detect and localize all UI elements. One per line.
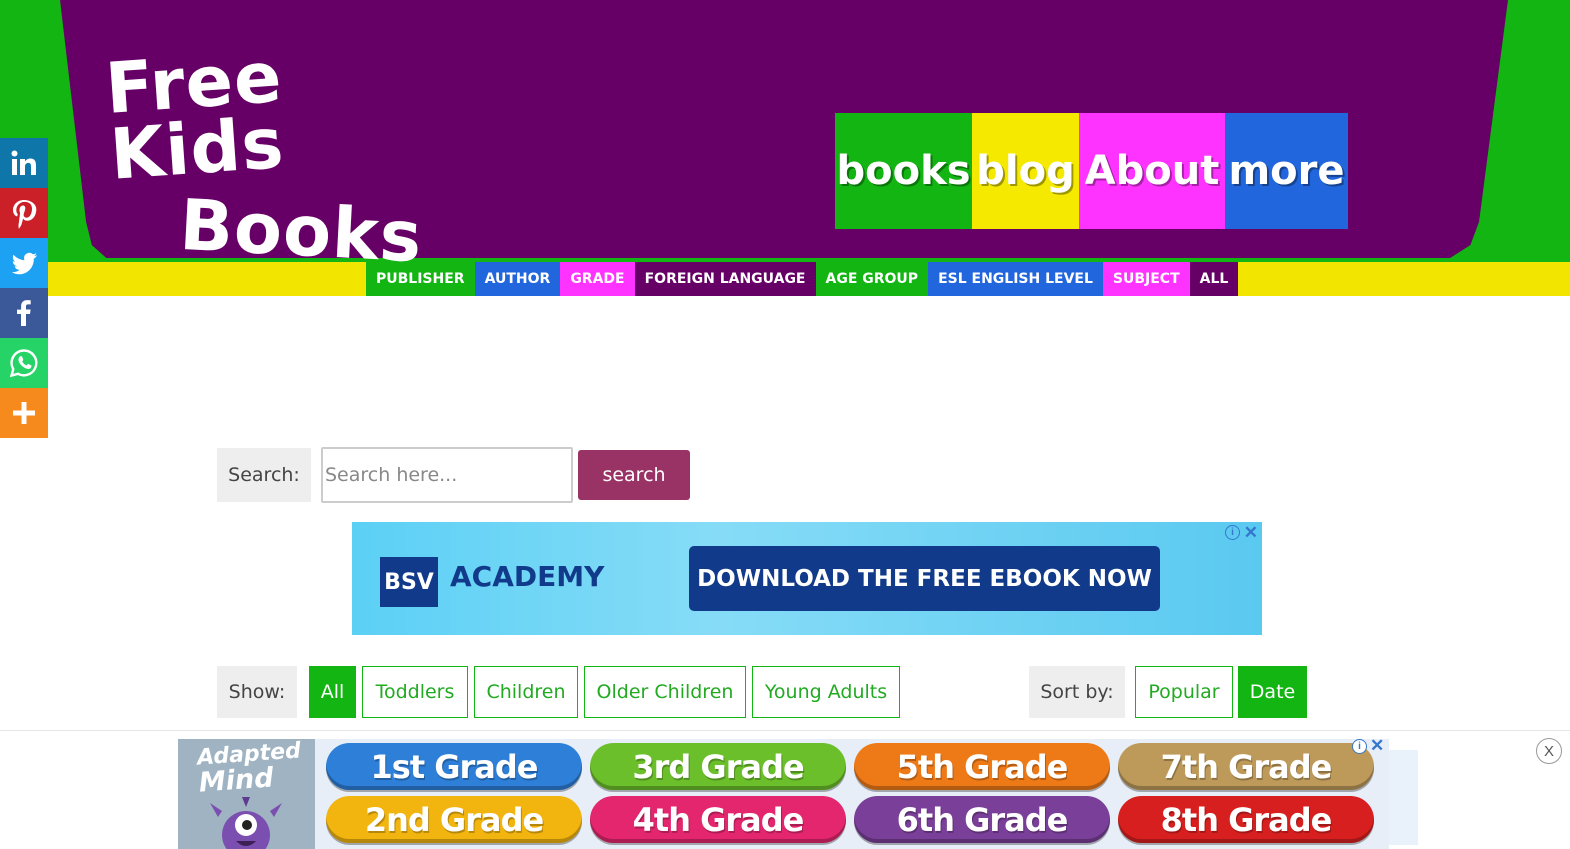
filter-all-button[interactable]: All (309, 666, 356, 718)
nav-grade[interactable]: GRADE (560, 262, 635, 296)
sort-popular-button[interactable]: Popular (1135, 666, 1233, 718)
grade-1-button[interactable]: 1st Grade (326, 743, 582, 790)
sort-label: Sort by: (1029, 666, 1125, 718)
ad-logo: BSV (380, 557, 438, 607)
grade-5-button[interactable]: 5th Grade (854, 743, 1110, 790)
linkedin-icon (11, 150, 36, 175)
nav-publisher[interactable]: PUBLISHER (366, 262, 475, 296)
main-menu: books blog About more (835, 113, 1348, 229)
twitter-share-button[interactable] (0, 238, 48, 288)
whatsapp-share-button[interactable] (0, 338, 48, 388)
page: Free Kids Books books blog About more PU… (0, 0, 1570, 849)
filter-children-button[interactable]: Children (474, 666, 578, 718)
whatsapp-icon (9, 349, 38, 378)
search-button[interactable]: search (578, 450, 690, 500)
nav-subject[interactable]: SUBJECT (1102, 262, 1190, 296)
more-share-button[interactable] (0, 388, 48, 438)
search-label: Search: (217, 448, 311, 502)
grade-8-button[interactable]: 8th Grade (1118, 796, 1374, 843)
facebook-share-button[interactable] (0, 288, 48, 338)
sort-filter: Sort by: Popular Date (1029, 666, 1307, 718)
ad-info-icon[interactable]: i (1352, 739, 1367, 754)
nav-author[interactable]: AUTHOR (474, 262, 561, 296)
grade-ad-banner[interactable]: Adapted Mind 1st Grade 3rd Grade 5th Gra… (178, 736, 1389, 849)
show-label: Show: (217, 666, 297, 718)
filter-older-children-button[interactable]: Older Children (584, 666, 746, 718)
pinterest-icon (13, 200, 37, 229)
sticky-ad-close-button[interactable]: X (1536, 738, 1562, 764)
grade-4-button[interactable]: 4th Grade (590, 796, 846, 843)
show-filter: Show: All Toddlers Children Older Childr… (217, 666, 900, 718)
search-input[interactable] (321, 447, 573, 503)
grade-7-button[interactable]: 7th Grade (1118, 743, 1374, 790)
menu-item-books[interactable]: books (835, 113, 972, 229)
more-icon (13, 402, 35, 424)
menu-item-blog[interactable]: blog (972, 113, 1079, 229)
menu-item-more[interactable]: more (1225, 113, 1348, 229)
ad-close-icon[interactable]: ✕ (1244, 523, 1258, 543)
monster-mascot-icon (210, 797, 282, 849)
filter-toddlers-button[interactable]: Toddlers (362, 666, 468, 718)
ad-close-icon[interactable]: ✕ (1370, 736, 1384, 756)
grade-6-button[interactable]: 6th Grade (854, 796, 1110, 843)
nav-all[interactable]: ALL (1189, 262, 1239, 296)
linkedin-share-button[interactable] (0, 138, 48, 188)
ad-banner[interactable]: BSV ACADEMY DOWNLOAD THE FREE EBOOK NOW … (352, 522, 1262, 635)
search-form: Search: search (217, 447, 690, 503)
menu-item-about[interactable]: About (1079, 113, 1225, 229)
category-nav: PUBLISHER AUTHOR GRADE FOREIGN LANGUAGE … (366, 262, 1239, 296)
grade-3-button[interactable]: 3rd Grade (590, 743, 846, 790)
pinterest-share-button[interactable] (0, 188, 48, 238)
filter-young-adults-button[interactable]: Young Adults (752, 666, 900, 718)
ad-download-button[interactable]: DOWNLOAD THE FREE EBOOK NOW (689, 546, 1160, 611)
ad-brand: ACADEMY (450, 560, 605, 593)
grade-button-grid: 1st Grade 3rd Grade 5th Grade 7th Grade … (326, 743, 1374, 843)
nav-esl-english-level[interactable]: ESL ENGLISH LEVEL (928, 262, 1103, 296)
ad-brand-logo-text: Adapted Mind (196, 738, 303, 799)
twitter-icon (11, 252, 37, 275)
nav-foreign-language[interactable]: FOREIGN LANGUAGE (634, 262, 816, 296)
facebook-icon (17, 300, 31, 326)
logo-line-1: Free Kids (102, 35, 287, 196)
site-logo[interactable]: Free Kids Books (103, 36, 468, 279)
ad-brand-logo: Adapted Mind (178, 738, 315, 849)
ad-side-panel (1389, 750, 1418, 845)
ad-info-icon[interactable]: i (1225, 525, 1240, 540)
grade-2-button[interactable]: 2nd Grade (326, 796, 582, 843)
ad-logo-line-2: Mind (197, 762, 275, 799)
sort-date-button[interactable]: Date (1238, 666, 1307, 718)
social-share-bar (0, 138, 48, 438)
nav-age-group[interactable]: AGE GROUP (815, 262, 929, 296)
